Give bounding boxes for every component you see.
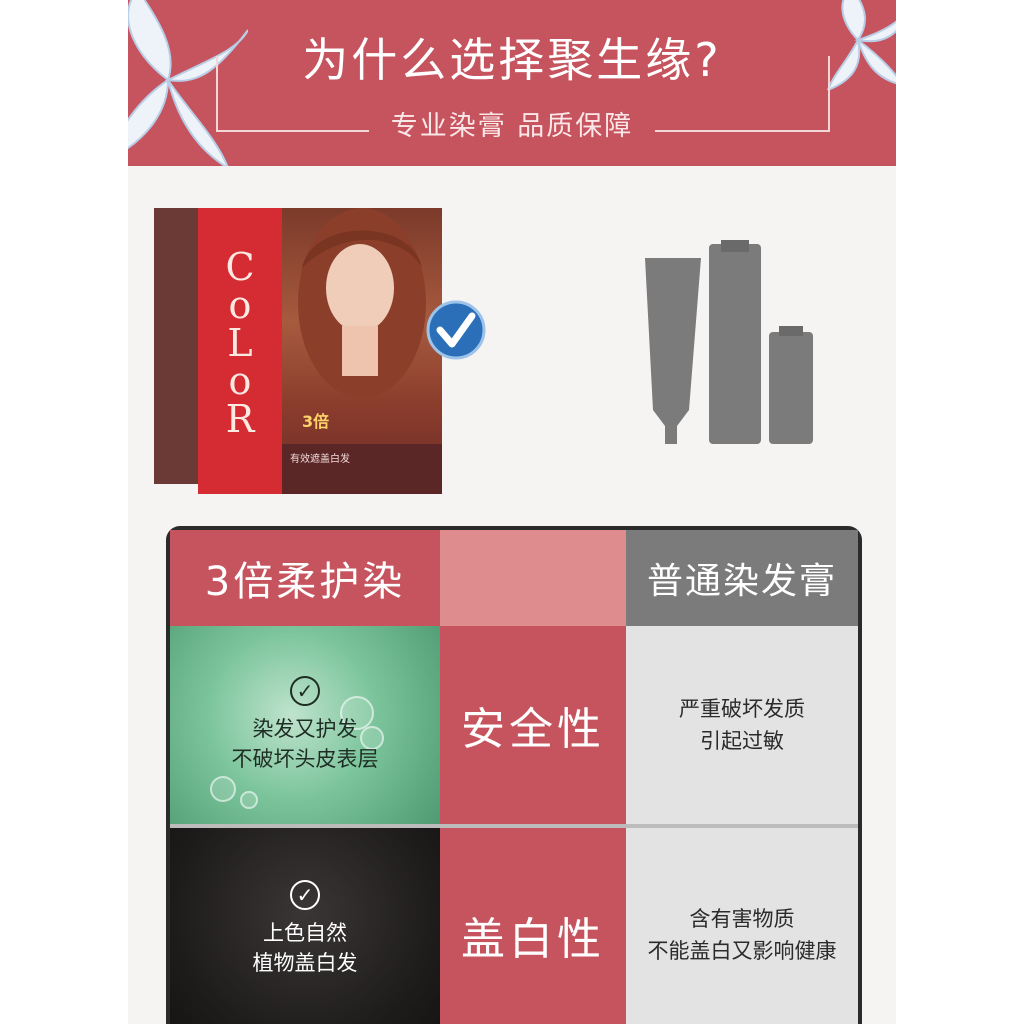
category-coverage: 盖白性 [440,828,626,1024]
ordinary-coverage-text: 含有害物质 不能盖白又影响健康 [626,828,858,1024]
box-side-panel [154,208,198,484]
header-banner: 为什么选择聚生缘? 专业染膏 品质保障 [128,0,896,166]
checkmark-badge-icon [426,300,486,360]
comparison-table: 3倍柔护染 普通染发膏 ✓ 染发又护发 不破坏头皮表层 安全性 严重破坏发质 引… [166,526,862,1024]
check-icon: ✓ [290,676,320,706]
ordinary-safety-text: 严重破坏发质 引起过敏 [626,626,858,824]
row-safety-feature: ✓ 染发又护发 不破坏头皮表层 [170,626,440,824]
header-our-product: 3倍柔护染 [170,530,440,626]
header-spacer [440,530,626,626]
bubble-decor [240,791,258,809]
bubble-decor [210,776,236,802]
product-box-image: C o L o R 3倍 有效遮盖白发 [154,208,442,496]
page-subtitle: 专业染膏 品质保障 [128,104,896,143]
ordinary-dye-bottles-icon [645,240,813,444]
product-comparison-poster: 为什么选择聚生缘? 专业染膏 品质保障 C o L o R 3倍 有效遮盖白发 [128,0,896,1024]
box-brand-letters: C o L o R [225,245,255,441]
check-icon: ✓ [290,880,320,910]
header-ordinary-product: 普通染发膏 [626,530,858,626]
feature-text: ✓ 上色自然 植物盖白发 [170,880,440,978]
feature-text: ✓ 染发又护发 不破坏头皮表层 [170,676,440,774]
page-title: 为什么选择聚生缘? [128,24,896,90]
box-band: 有效遮盖白发 [282,444,442,494]
box-badge: 3倍 [302,412,330,431]
box-band-text: 有效遮盖白发 [290,454,350,465]
category-safety: 安全性 [440,626,626,824]
row-coverage-feature: ✓ 上色自然 植物盖白发 [170,828,440,1024]
